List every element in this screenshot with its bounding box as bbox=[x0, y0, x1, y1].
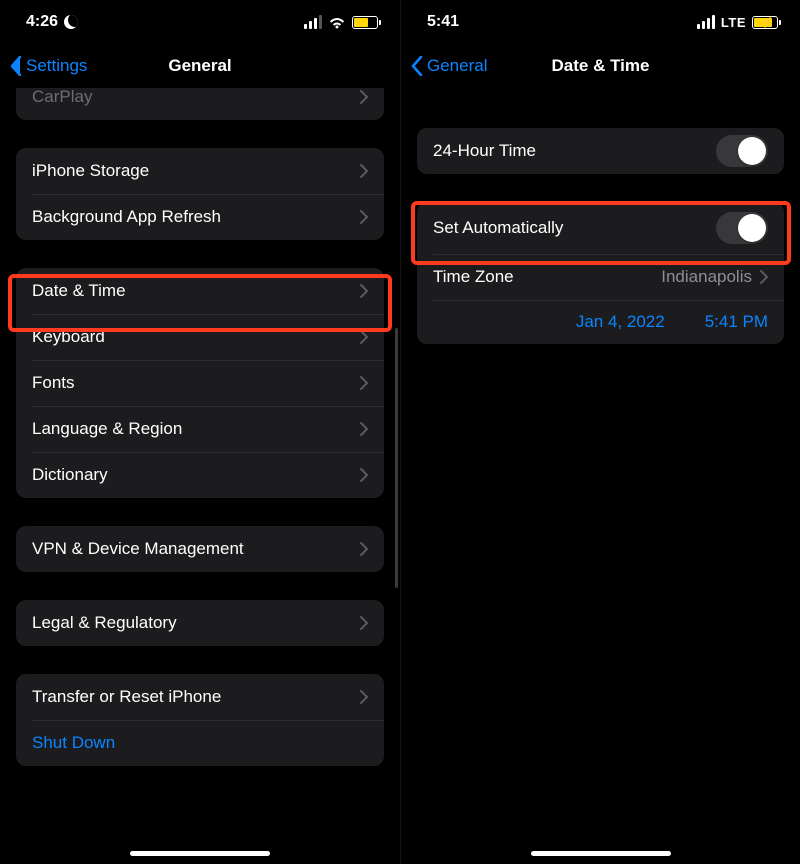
status-left: 4:26 bbox=[26, 13, 78, 31]
date-value[interactable]: Jan 4, 2022 bbox=[576, 312, 665, 332]
row-set-automatically: Set Automatically bbox=[417, 202, 784, 254]
settings-group: CarPlay bbox=[16, 88, 384, 120]
back-button[interactable]: General bbox=[411, 56, 487, 76]
settings-group: VPN & Device Management bbox=[16, 526, 384, 572]
row-label: Set Automatically bbox=[433, 218, 716, 238]
charging-bolt-icon: ⚡ bbox=[761, 16, 775, 29]
status-left: 5:41 bbox=[427, 13, 459, 31]
chevron-right-icon bbox=[360, 468, 368, 482]
network-label: LTE bbox=[721, 15, 746, 30]
chevron-right-icon bbox=[360, 210, 368, 224]
row-background-app-refresh[interactable]: Background App Refresh bbox=[16, 194, 384, 240]
nav-bar: General Date & Time bbox=[401, 44, 800, 88]
chevron-right-icon bbox=[360, 542, 368, 556]
row-fonts[interactable]: Fonts bbox=[16, 360, 384, 406]
row-label: Date & Time bbox=[32, 281, 360, 301]
back-label: Settings bbox=[26, 56, 87, 76]
row-label: Language & Region bbox=[32, 419, 360, 439]
chevron-right-icon bbox=[360, 690, 368, 704]
status-right bbox=[304, 15, 378, 29]
row-label: VPN & Device Management bbox=[32, 539, 360, 559]
chevron-right-icon bbox=[360, 422, 368, 436]
cellular-signal-icon bbox=[304, 15, 322, 29]
phone-left-general: 4:26 Settings General CarPlay bbox=[0, 0, 400, 864]
row-label: Dictionary bbox=[32, 465, 360, 485]
row-label: Shut Down bbox=[32, 733, 368, 753]
row-shut-down[interactable]: Shut Down bbox=[16, 720, 384, 766]
row-label: Transfer or Reset iPhone bbox=[32, 687, 360, 707]
row-keyboard[interactable]: Keyboard bbox=[16, 314, 384, 360]
row-date-time[interactable]: Date & Time bbox=[16, 268, 384, 314]
home-indicator[interactable] bbox=[531, 851, 671, 856]
nav-bar: Settings General bbox=[0, 44, 400, 88]
dnd-moon-icon bbox=[64, 15, 78, 29]
cellular-signal-icon bbox=[697, 15, 715, 29]
row-label: CarPlay bbox=[32, 88, 360, 107]
toggle-set-automatically[interactable] bbox=[716, 212, 768, 244]
status-bar: 4:26 bbox=[0, 0, 400, 44]
battery-icon bbox=[352, 16, 378, 29]
chevron-right-icon bbox=[360, 616, 368, 630]
row-time-zone[interactable]: Time Zone Indianapolis bbox=[417, 254, 784, 300]
chevron-right-icon bbox=[360, 164, 368, 178]
settings-group: Transfer or Reset iPhone Shut Down bbox=[16, 674, 384, 766]
settings-group: Date & Time Keyboard Fonts Language & Re… bbox=[16, 268, 384, 498]
row-label: Background App Refresh bbox=[32, 207, 360, 227]
row-label: Time Zone bbox=[433, 267, 661, 287]
settings-group: Set Automatically Time Zone Indianapolis… bbox=[417, 202, 784, 344]
time-value[interactable]: 5:41 PM bbox=[705, 312, 768, 332]
row-date-time-picker: Jan 4, 2022 5:41 PM bbox=[417, 300, 784, 344]
back-button[interactable]: Settings bbox=[10, 56, 87, 76]
chevron-right-icon bbox=[360, 90, 368, 104]
row-language-region[interactable]: Language & Region bbox=[16, 406, 384, 452]
row-dictionary[interactable]: Dictionary bbox=[16, 452, 384, 498]
chevron-right-icon bbox=[360, 284, 368, 298]
chevron-right-icon bbox=[360, 330, 368, 344]
row-legal-regulatory[interactable]: Legal & Regulatory bbox=[16, 600, 384, 646]
settings-scroll[interactable]: 24-Hour Time Set Automatically Time Zone… bbox=[401, 88, 800, 864]
settings-group: Legal & Regulatory bbox=[16, 600, 384, 646]
settings-scroll[interactable]: CarPlay iPhone Storage Background App Re… bbox=[0, 88, 400, 864]
status-time: 4:26 bbox=[26, 13, 58, 31]
battery-icon: ⚡ bbox=[752, 16, 778, 29]
page-title: Date & Time bbox=[552, 56, 650, 76]
chevron-right-icon bbox=[760, 270, 768, 284]
home-indicator[interactable] bbox=[130, 851, 270, 856]
row-label: iPhone Storage bbox=[32, 161, 360, 181]
row-carplay[interactable]: CarPlay bbox=[16, 88, 384, 120]
wifi-icon bbox=[328, 15, 346, 29]
settings-group: iPhone Storage Background App Refresh bbox=[16, 148, 384, 240]
row-label: 24-Hour Time bbox=[433, 141, 716, 161]
row-24-hour-time: 24-Hour Time bbox=[417, 128, 784, 174]
scrollbar[interactable] bbox=[395, 328, 398, 588]
page-title: General bbox=[168, 56, 231, 76]
row-label: Fonts bbox=[32, 373, 360, 393]
toggle-24-hour[interactable] bbox=[716, 135, 768, 167]
status-right: LTE ⚡ bbox=[697, 15, 778, 30]
chevron-right-icon bbox=[360, 376, 368, 390]
phone-right-date-time: 5:41 LTE ⚡ General Date & Time 24-Hour T… bbox=[400, 0, 800, 864]
settings-group: 24-Hour Time bbox=[417, 128, 784, 174]
row-vpn-device-management[interactable]: VPN & Device Management bbox=[16, 526, 384, 572]
status-time: 5:41 bbox=[427, 13, 459, 31]
row-transfer-reset[interactable]: Transfer or Reset iPhone bbox=[16, 674, 384, 720]
row-label: Legal & Regulatory bbox=[32, 613, 360, 633]
row-value: Indianapolis bbox=[661, 267, 752, 287]
status-bar: 5:41 LTE ⚡ bbox=[401, 0, 800, 44]
row-label: Keyboard bbox=[32, 327, 360, 347]
row-iphone-storage[interactable]: iPhone Storage bbox=[16, 148, 384, 194]
back-label: General bbox=[427, 56, 487, 76]
